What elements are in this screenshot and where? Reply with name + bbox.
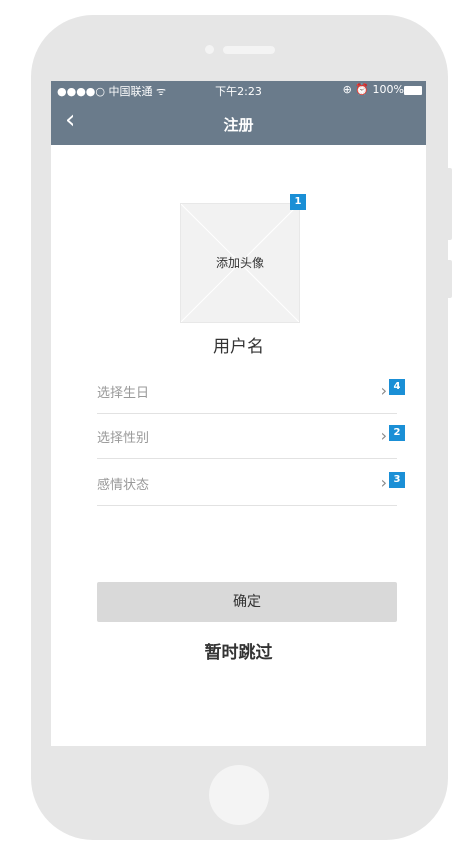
chevron-right-icon: ›: [380, 426, 387, 445]
status-bar: ●●●●○ 中国联通 ᯤ 下午2:23 ⊕ ⏰ 100%: [51, 81, 426, 99]
home-button[interactable]: [209, 765, 269, 825]
row-label: 选择性别: [97, 431, 150, 446]
annotation-badge: 4: [389, 379, 405, 395]
add-avatar-label: 添加头像: [215, 256, 264, 270]
chevron-right-icon: ›: [380, 381, 387, 400]
speaker: [223, 46, 275, 54]
camera-dot: [205, 45, 214, 54]
username-label: 用户名: [213, 337, 264, 357]
screen: ●●●●○ 中国联通 ᯤ 下午2:23 ⊕ ⏰ 100% ‹ 注册 添加头像 1…: [51, 81, 426, 746]
gender-select[interactable]: 选择性别 ›: [97, 412, 397, 459]
birthday-select[interactable]: 选择生日 ›: [97, 367, 397, 414]
nav-bar: ‹ 注册: [51, 99, 426, 145]
annotation-badge: 1: [290, 194, 306, 210]
side-button: [446, 168, 452, 240]
side-button: [446, 260, 452, 298]
skip-link[interactable]: 暂时跳过: [51, 638, 426, 663]
status-right: ⊕ ⏰ 100%: [342, 83, 404, 96]
annotation-badge: 2: [389, 425, 405, 441]
battery-icon: [404, 86, 422, 95]
add-avatar-button[interactable]: 添加头像: [180, 203, 300, 323]
chevron-right-icon: ›: [380, 473, 387, 492]
annotation-badge: 3: [389, 472, 405, 488]
relationship-select[interactable]: 感情状态 ›: [97, 459, 397, 506]
row-label: 选择生日: [97, 386, 150, 401]
confirm-button[interactable]: 确定: [97, 582, 397, 622]
row-label: 感情状态: [97, 478, 150, 493]
page-title: 注册: [223, 116, 254, 134]
